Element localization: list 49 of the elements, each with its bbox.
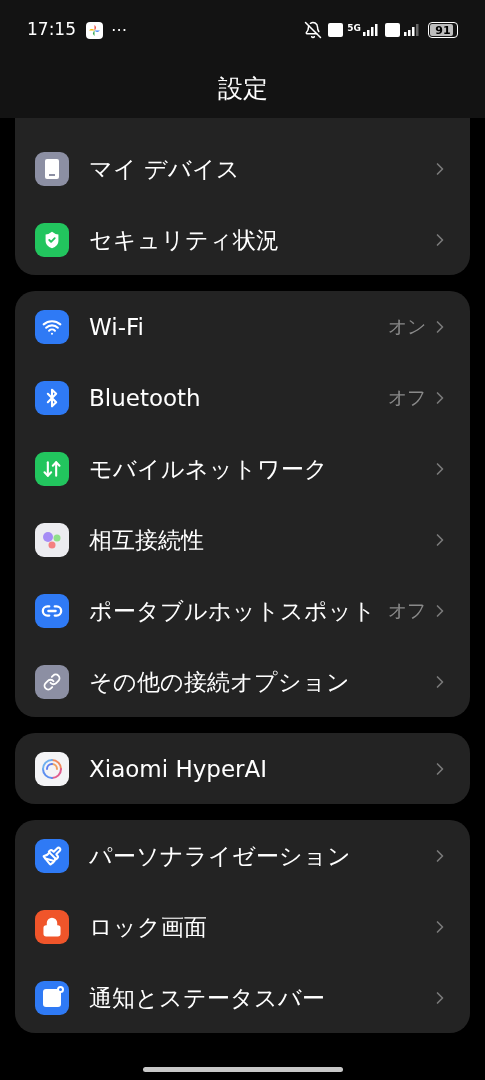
signal-icon <box>363 24 379 36</box>
item-value: オン <box>388 314 426 340</box>
notification-icon <box>35 980 69 1015</box>
link-icon <box>35 593 69 628</box>
settings-item[interactable]: パーソナライゼーション <box>15 820 470 891</box>
settings-item[interactable]: ポータブルホットスポット オフ <box>15 575 470 646</box>
settings-item[interactable]: 相互接続性 <box>15 504 470 575</box>
settings-item[interactable]: その他の接続オプション <box>15 646 470 717</box>
settings-item[interactable]: Wi-Fi オン <box>15 291 470 362</box>
network-type: 5G <box>347 24 361 33</box>
phone-icon <box>35 151 69 186</box>
settings-item[interactable]: セキュリティ状況 <box>15 204 470 275</box>
item-label: モバイルネットワーク <box>89 454 329 484</box>
dots-icon <box>35 522 69 557</box>
settings-item[interactable]: Xiaomi HyperAI <box>15 733 470 804</box>
arrows-icon <box>35 451 69 486</box>
settings-item[interactable]: Bluetooth オフ <box>15 362 470 433</box>
status-time: 17:15 <box>27 18 76 42</box>
shield-check-icon <box>35 222 69 257</box>
item-label: マイ デバイス <box>89 154 242 184</box>
battery-indicator: 91 <box>428 22 458 38</box>
link-icon <box>35 664 69 699</box>
page-title: 設定 <box>217 73 268 106</box>
item-label: Bluetooth <box>89 383 202 413</box>
item-label: ポータブルホットスポット <box>89 596 377 626</box>
app-icon <box>86 21 103 39</box>
swirl-icon <box>35 751 69 786</box>
item-label: その他の接続オプション <box>89 667 351 697</box>
home-indicator[interactable] <box>143 1067 343 1072</box>
settings-item[interactable]: ロック画面 <box>15 891 470 962</box>
more-notifications: ⋯ <box>111 19 127 41</box>
settings-item[interactable]: マイ デバイス <box>15 133 470 204</box>
settings-item[interactable]: モバイルネットワーク <box>15 433 470 504</box>
item-label: パーソナライゼーション <box>89 841 352 871</box>
item-label: 相互接続性 <box>89 525 205 555</box>
signal-icon <box>404 24 420 36</box>
item-label: Xiaomi HyperAI <box>89 754 269 784</box>
item-label: Wi-Fi <box>89 312 145 342</box>
wifi-icon <box>35 309 69 344</box>
item-value: オフ <box>388 385 426 411</box>
bluetooth-icon <box>35 380 69 415</box>
mute-icon <box>304 21 323 39</box>
item-label: ロック画面 <box>89 912 208 942</box>
item-label: セキュリティ状況 <box>89 225 280 255</box>
brush-icon <box>35 838 69 873</box>
item-label: 通知とステータスバー <box>89 983 326 1013</box>
item-value: オフ <box>388 598 426 624</box>
lock-icon <box>35 909 69 944</box>
settings-item[interactable]: 通知とステータスバー <box>15 962 470 1033</box>
